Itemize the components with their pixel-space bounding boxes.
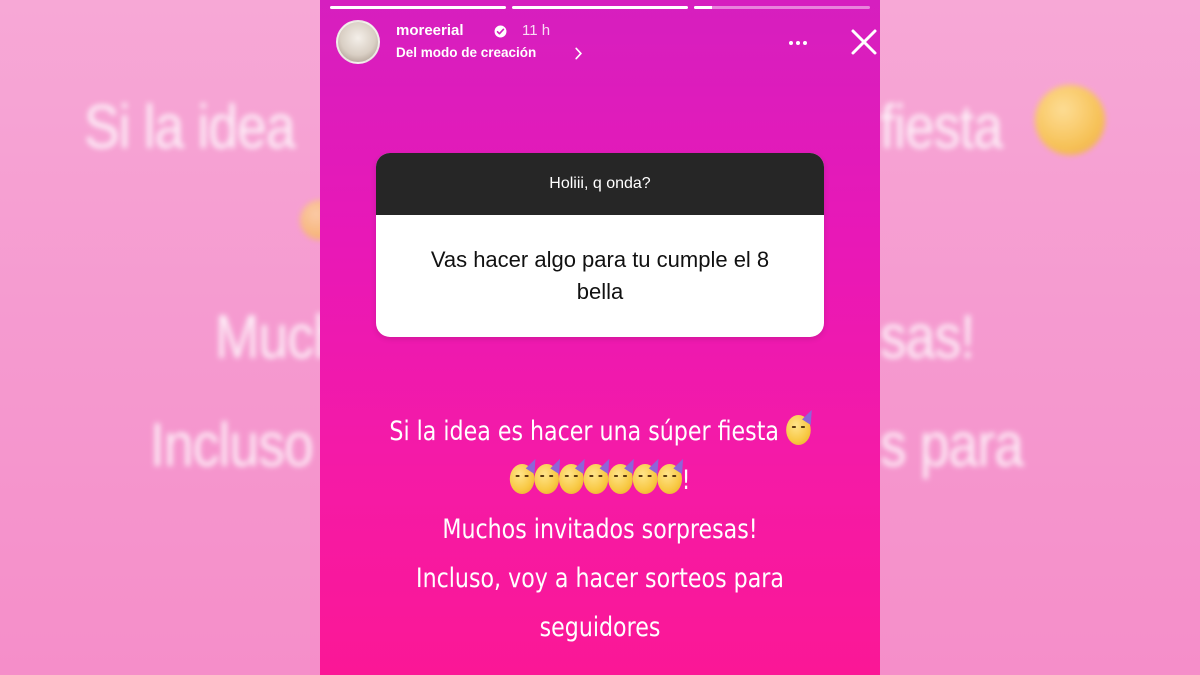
story-header: moreerial 11 h Del modo de creación <box>336 18 877 66</box>
username[interactable]: moreerial <box>396 22 464 39</box>
partying-face-emoji <box>785 415 811 445</box>
creation-mode-link[interactable]: Del modo de creación <box>396 45 536 60</box>
caption-line-3: Muchos invitados sorpresas! <box>442 514 758 545</box>
bg-text-line-1: Si la idea <box>84 93 296 162</box>
progress-fill <box>330 6 506 9</box>
bg-text-line-2-right: sas! <box>880 303 975 372</box>
post-time: 11 h <box>522 22 551 39</box>
question-prompt: Holiii, q onda? <box>376 153 824 215</box>
story-card[interactable]: moreerial 11 h Del modo de creación Holi… <box>320 0 880 675</box>
partying-face-emoji <box>558 464 584 494</box>
caption-line-1: Si la idea es hacer una súper fiesta <box>370 407 829 456</box>
avatar[interactable] <box>336 20 380 64</box>
caption-line-5: seguidores <box>539 612 661 643</box>
bg-text-line-3-right: s para <box>880 411 1024 480</box>
question-text: Vas hacer algo para tu cumple el 8 bella <box>430 247 770 304</box>
progress-fill <box>512 6 688 9</box>
caption-line-2: ! <box>370 456 829 505</box>
chevron-right-icon <box>575 47 582 60</box>
progress-fill <box>694 6 712 9</box>
bg-text-line-3: Incluso <box>150 411 314 480</box>
page: Si la idea fiesta Much sas! Incluso s pa… <box>0 0 1200 675</box>
progress-segment <box>330 6 506 9</box>
bg-partying-face-emoji <box>1035 85 1105 155</box>
more-options-icon[interactable] <box>784 32 812 54</box>
bg-text-line-1-right: fiesta <box>880 93 1003 162</box>
partying-face-emoji <box>607 464 633 494</box>
partying-face-emoji <box>632 464 658 494</box>
story-progress-bars <box>330 6 870 9</box>
story-caption: Si la idea es hacer una súper fiesta ! M… <box>320 407 880 652</box>
close-icon[interactable] <box>846 24 880 60</box>
question-sticker: Holiii, q onda? Vas hacer algo para tu c… <box>376 153 824 337</box>
partying-face-emoji <box>583 464 608 494</box>
partying-face-emoji <box>657 464 682 494</box>
partying-face-emoji <box>534 464 559 494</box>
progress-segment <box>512 6 688 9</box>
partying-face-emoji <box>509 464 535 494</box>
caption-line-4: Incluso, voy a hacer sorteos para <box>416 563 784 594</box>
verified-badge-icon <box>494 25 507 38</box>
progress-segment <box>694 6 870 9</box>
caption-line-1-text: Si la idea es hacer una súper fiesta <box>389 416 779 447</box>
